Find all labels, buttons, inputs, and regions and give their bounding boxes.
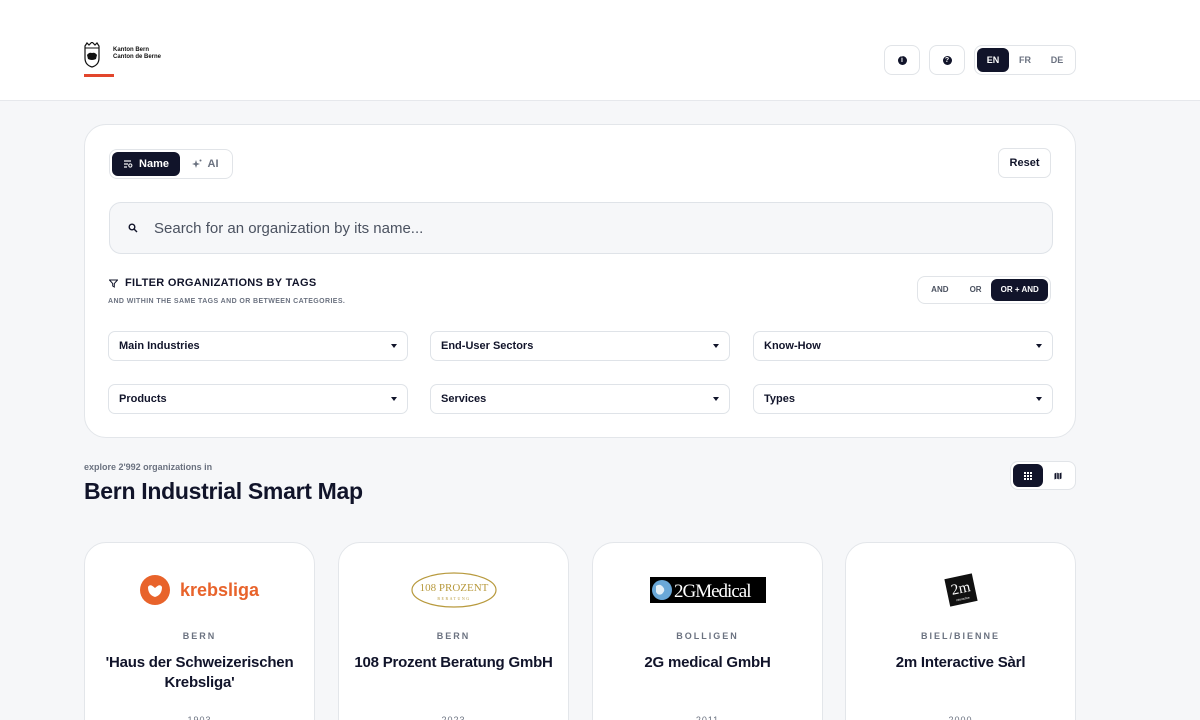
- organization-city: BERN: [182, 631, 217, 641]
- page-title: Bern Industrial Smart Map: [84, 478, 363, 504]
- logo-line-1: Kanton Bern: [113, 47, 149, 53]
- organization-name: 2m Interactive Sàrl: [895, 654, 1026, 671]
- organization-card[interactable]: 2GMedical BOLLIGEN 2G medical GmbH 2011: [592, 542, 823, 720]
- dropdown-label: Know-How: [764, 340, 821, 352]
- filter-title: FILTER ORGANIZATIONS BY TAGS: [109, 277, 317, 289]
- dropdown-label: Main Industries: [119, 340, 200, 352]
- organization-year: 2000: [948, 715, 973, 720]
- search-panel: Name AI Reset FILTER ORGANIZATIONS BY TA…: [84, 124, 1076, 438]
- grid-view-button[interactable]: [1013, 464, 1043, 487]
- dropdown-label: End-User Sectors: [441, 340, 534, 352]
- help-button[interactable]: ?: [929, 45, 965, 75]
- organization-year: 2023: [441, 715, 466, 720]
- organization-city: BIEL/BIENNE: [920, 631, 1000, 641]
- dropdown-services[interactable]: Services: [430, 384, 730, 414]
- organization-year: 1903: [187, 715, 212, 720]
- filter-title-text: FILTER ORGANIZATIONS BY TAGS: [125, 277, 317, 289]
- chevron-down-icon: [391, 344, 397, 348]
- logo-accent-bar: [84, 74, 114, 77]
- canton-logo[interactable]: Kanton Bern Canton de Berne: [84, 42, 161, 68]
- top-bar: Kanton Bern Canton de Berne i ? EN FR DE: [0, 0, 1200, 101]
- organization-logo: krebsliga: [85, 543, 314, 633]
- chevron-down-icon: [1036, 397, 1042, 401]
- krebsliga-logo-text: krebsliga: [180, 580, 260, 600]
- organization-card[interactable]: krebsliga BERN 'Haus der Schweizerischen…: [84, 542, 315, 720]
- mode-ai-label: AI: [207, 158, 219, 170]
- organization-name: 'Haus der Schweizerischen Krebsliga': [105, 654, 294, 691]
- organization-city: BOLLIGEN: [676, 631, 739, 641]
- info-button[interactable]: i: [884, 45, 920, 75]
- chevron-down-icon: [1036, 344, 1042, 348]
- organization-logo: 108 PROZENT BERATUNG: [339, 543, 568, 633]
- map-view-button[interactable]: [1043, 464, 1073, 487]
- filter-subtitle: AND WITHIN THE SAME TAGS AND OR BETWEEN …: [108, 298, 346, 305]
- grid-icon: [1024, 471, 1032, 480]
- dropdown-know-how[interactable]: Know-How: [753, 331, 1053, 361]
- dropdown-types[interactable]: Types: [753, 384, 1053, 414]
- map-icon: [1054, 472, 1062, 479]
- dropdown-main-industries[interactable]: Main Industries: [108, 331, 408, 361]
- krebsliga-logo-icon: krebsliga: [139, 575, 260, 605]
- dropdown-label: Services: [441, 393, 487, 405]
- view-toggle: [1010, 461, 1076, 490]
- mode-name-label: Name: [139, 158, 169, 170]
- dropdown-end-user-sectors[interactable]: End-User Sectors: [430, 331, 730, 361]
- organization-logo: 2GMedical: [593, 543, 822, 633]
- text-search-icon: [124, 160, 133, 168]
- 2gmedical-logo-text: 2GMedical: [674, 581, 751, 602]
- info-icon: i: [897, 55, 907, 65]
- 2gmedical-logo-icon: 2GMedical: [649, 577, 766, 603]
- organization-year: 2011: [695, 715, 720, 720]
- organization-card[interactable]: 2m interactive BIEL/BIENNE 2m Interactiv…: [845, 542, 1076, 720]
- logic-toggle: AND OR OR + AND: [917, 276, 1051, 304]
- 108-prozent-logo-icon: 108 PROZENT BERATUNG: [410, 572, 497, 608]
- 2m-interactive-logo-icon: 2m interactive: [943, 573, 978, 607]
- 108-prozent-logo-text: 108 PROZENT: [419, 582, 488, 594]
- logic-or-and-button[interactable]: OR + AND: [991, 279, 1048, 301]
- dropdown-label: Products: [119, 393, 167, 405]
- lang-de-button[interactable]: DE: [1041, 48, 1073, 72]
- help-icon: ?: [942, 55, 952, 65]
- chevron-down-icon: [713, 397, 719, 401]
- dropdown-label: Types: [764, 393, 795, 405]
- logic-or-button[interactable]: OR: [960, 279, 992, 301]
- search-icon: [128, 223, 138, 233]
- organization-name: 2G medical GmbH: [644, 654, 771, 671]
- 108-prozent-logo-subtext: BERATUNG: [437, 596, 470, 601]
- logo-text: Kanton Bern Canton de Berne: [113, 47, 161, 61]
- dropdown-products[interactable]: Products: [108, 384, 408, 414]
- explore-count: explore 2'992 organizations in: [84, 462, 213, 472]
- lang-fr-button[interactable]: FR: [1009, 48, 1041, 72]
- organization-logo: 2m interactive: [846, 543, 1075, 633]
- organization-city: BERN: [436, 631, 471, 641]
- search-box: [109, 202, 1053, 254]
- sparkles-icon: [191, 159, 201, 168]
- search-mode-toggle: Name AI: [109, 149, 233, 179]
- mode-ai-button[interactable]: AI: [180, 152, 230, 176]
- bern-coat-of-arms-icon: [84, 42, 100, 68]
- organization-card[interactable]: 108 PROZENT BERATUNG BERN 108 Prozent Be…: [338, 542, 569, 720]
- logo-line-2: Canton de Berne: [113, 54, 162, 60]
- logic-and-button[interactable]: AND: [920, 279, 960, 301]
- organization-name: 108 Prozent Beratung GmbH: [354, 654, 553, 671]
- language-switcher: EN FR DE: [974, 45, 1076, 75]
- mode-name-button[interactable]: Name: [112, 152, 180, 176]
- lang-en-button[interactable]: EN: [977, 48, 1009, 72]
- reset-button[interactable]: Reset: [998, 148, 1051, 178]
- chevron-down-icon: [713, 344, 719, 348]
- chevron-down-icon: [391, 397, 397, 401]
- filter-icon: [109, 279, 118, 288]
- search-input[interactable]: [154, 219, 1014, 237]
